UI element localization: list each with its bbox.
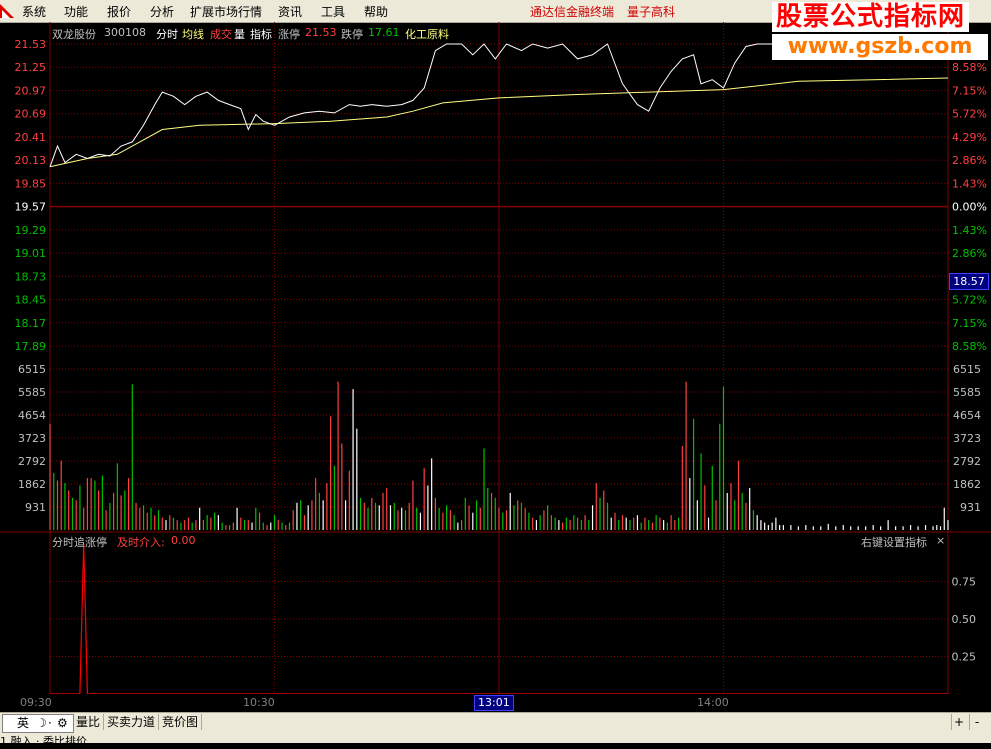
app-logo-icon (0, 4, 14, 18)
price-tick-left: 20.69 (15, 108, 47, 121)
volume-tick-right: 6515 (953, 363, 981, 376)
watermark-url: www.gszb.com (772, 34, 988, 60)
moon-icon[interactable]: ☽ (36, 715, 47, 732)
volume-tick-right: 3723 (953, 432, 981, 445)
volume-tick-right: 1862 (953, 478, 981, 491)
time-label-open: 09:30 (20, 696, 52, 709)
brand-title: 通达信金融终端 (530, 5, 615, 19)
avg-line-label[interactable]: 均线 (182, 26, 204, 42)
ime-status-bar[interactable]: 英 ☽ · ⚙ (2, 714, 74, 733)
chart-grid (0, 22, 991, 694)
axis-labels: 21.53 21.25 20.97 20.69 20.41 20.13 19.85 19.57… (15, 38, 988, 664)
current-price-tag: 18.57 (949, 273, 989, 290)
volume-label-part2[interactable]: 量 (234, 26, 245, 42)
volume-tick-right: 2792 (953, 455, 981, 468)
price-tick-left: 18.17 (15, 317, 47, 330)
watermark-title: 股票公式指标网 (772, 2, 970, 32)
percent-tick-right: 1.43% (952, 177, 987, 190)
menu-tools[interactable]: 工具 (321, 3, 345, 20)
menu-system[interactable]: 系统 (22, 3, 46, 20)
volume-tick-right: 4654 (953, 409, 981, 422)
price-tick-left: 19.57 (15, 201, 47, 214)
indicator-name[interactable]: 分时追涨停 (52, 534, 107, 550)
tab-buy-sell-force[interactable]: 买卖力道 (104, 714, 160, 730)
indicator-close-icon[interactable]: × (936, 534, 945, 547)
indicator-label[interactable]: 指标 (250, 26, 272, 42)
volume-tick-left: 6515 (18, 363, 46, 376)
bottom-partial-text: 1 融入 · 委比排价 (0, 735, 87, 748)
percent-tick-right: 5.72% (952, 108, 987, 121)
punctuation-icon[interactable]: · (48, 715, 52, 732)
price-tick-left: 20.13 (15, 154, 47, 167)
zoom-in-button[interactable]: + (951, 714, 966, 730)
intraday-chart[interactable]: 21.53 21.25 20.97 20.69 20.41 20.13 19.85 19.57… (0, 22, 991, 694)
indicator-param-value: 0.00 (171, 534, 196, 547)
limit-up-label: 涨停 (278, 28, 300, 41)
percent-tick-right: 0.00% (952, 201, 987, 214)
zoom-out-button[interactable]: - (969, 714, 984, 730)
volume-tick-left: 931 (25, 501, 46, 514)
stock-code: 300108 (104, 26, 146, 39)
stock-name: 双龙股份 (52, 28, 96, 41)
price-tick-left: 19.01 (15, 247, 47, 260)
mode-label[interactable]: 分时 (156, 26, 178, 42)
indicator-tick-right: 0.25 (952, 651, 977, 664)
volume-tick-left: 4654 (18, 409, 46, 422)
limit-down-label: 跌停 (341, 28, 363, 41)
percent-tick-right: 2.86% (952, 154, 987, 167)
percent-tick-right: 8.58% (952, 61, 987, 74)
price-tick-left: 20.97 (15, 84, 47, 97)
volume-tick-right: 931 (960, 501, 981, 514)
percent-tick-right: 5.72% (952, 294, 987, 307)
indicator-tick-right: 0.75 (952, 576, 977, 589)
time-label-1030: 10:30 (243, 696, 275, 709)
menu-analysis[interactable]: 分析 (150, 3, 174, 20)
percent-tick-right: 8.58% (952, 340, 987, 353)
brand-subtitle: 量子高科 (627, 5, 676, 19)
price-tick-left: 21.25 (15, 61, 47, 74)
price-tick-left: 20.41 (15, 131, 47, 144)
volume-tick-left: 1862 (18, 478, 46, 491)
volume-label-part1[interactable]: 成交 (210, 26, 232, 42)
price-tick-left: 18.73 (15, 270, 47, 283)
menu-news[interactable]: 资讯 (278, 3, 302, 20)
settings-icon[interactable]: ⚙ (57, 715, 68, 732)
menu-help[interactable]: 帮助 (364, 3, 388, 20)
menu-extended-market[interactable]: 扩展市场行情 (190, 3, 262, 20)
time-label-1400: 14:00 (697, 696, 729, 709)
volume-tick-right: 5585 (953, 386, 981, 399)
menu-function[interactable]: 功能 (64, 3, 88, 20)
volume-tick-left: 2792 (18, 455, 46, 468)
price-tick-left: 19.85 (15, 177, 47, 190)
limit-down-value: 17.61 (368, 26, 400, 39)
volume-tick-left: 3723 (18, 432, 46, 445)
percent-tick-right: 7.15% (952, 84, 987, 97)
percent-tick-right: 7.15% (952, 317, 987, 330)
ime-language-label[interactable]: 英 (17, 715, 29, 732)
tab-volume-ratio[interactable]: 量比 (73, 714, 105, 730)
indicator-settings-hint[interactable]: 右键设置指标 (861, 534, 927, 550)
limit-up-value: 21.53 (305, 26, 337, 39)
menu-quote[interactable]: 报价 (107, 3, 131, 20)
price-tick-left: 21.53 (15, 38, 47, 51)
indicator-tick-right: 0.50 (952, 613, 977, 626)
time-cursor-label: 13:01 (474, 695, 514, 711)
percent-tick-right: 4.29% (952, 131, 987, 144)
price-tick-left: 17.89 (15, 340, 47, 353)
indicator-param-label: 及时介入: (117, 536, 165, 549)
tab-auction-chart[interactable]: 竞价图 (159, 714, 203, 730)
sector-label[interactable]: 化工原料 (405, 26, 449, 42)
percent-tick-right: 2.86% (952, 247, 987, 260)
percent-tick-right: 1.43% (952, 224, 987, 237)
volume-tick-left: 5585 (18, 386, 46, 399)
price-tick-left: 18.45 (15, 294, 47, 307)
price-tick-left: 19.29 (15, 224, 47, 237)
